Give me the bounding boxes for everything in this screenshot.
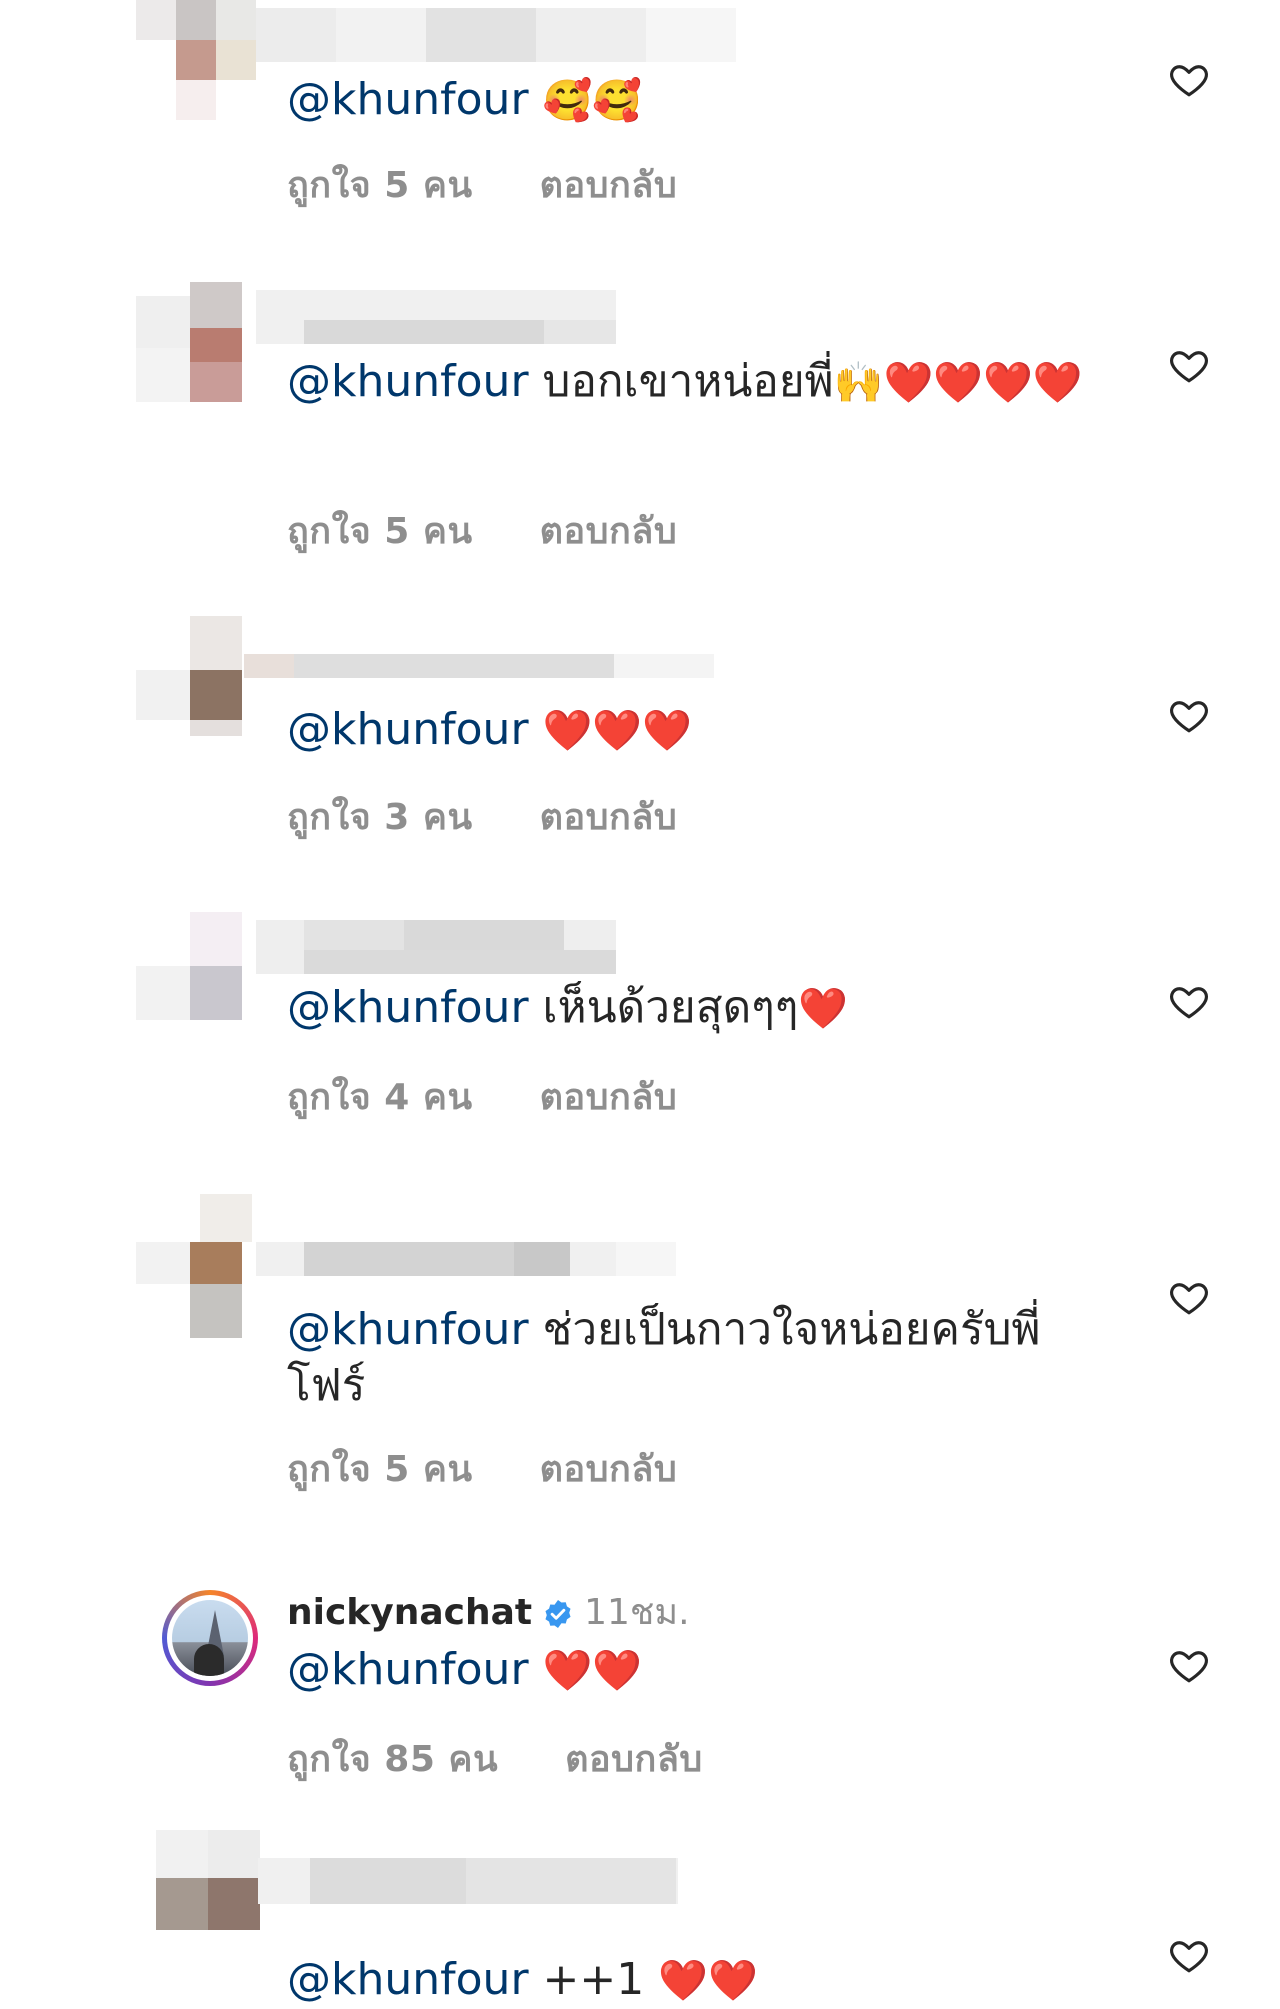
comment-emoji: ❤️❤️❤️ [542, 708, 692, 754]
comment-message: เห็นด้วยสุดๆๆ [542, 982, 799, 1033]
reply-button[interactable]: ตอบกลับ [540, 1449, 678, 1490]
like-count[interactable]: ถูกใจ 3 คน [287, 797, 473, 838]
like-button[interactable] [1168, 58, 1210, 100]
username-link[interactable]: nickynachat [287, 1592, 532, 1633]
comment-emoji: 🥰🥰 [542, 78, 643, 124]
reply-button[interactable]: ตอบกลับ [540, 511, 678, 552]
heart-outline-icon [1170, 1941, 1208, 1973]
mention-link[interactable]: @khunfour [287, 74, 529, 125]
verified-badge-icon [545, 1600, 571, 1628]
comment-meta: ถูกใจ 5 คน ตอบกลับ [287, 164, 677, 208]
mention-link[interactable]: @khunfour [287, 356, 529, 407]
avatar-photo [172, 1600, 248, 1676]
comment-timestamp: 11ชม. [584, 1592, 690, 1633]
reply-button[interactable]: ตอบกลับ [540, 165, 678, 206]
like-button[interactable] [1168, 980, 1210, 1022]
comment-text: @khunfour บอกเขาหน่อยพี่🙌❤️❤️❤️❤️ [287, 354, 1107, 411]
comment-emoji: ❤️ [798, 986, 849, 1032]
comment-text: @khunfour 🥰🥰 [287, 72, 1107, 129]
avatar[interactable] [162, 1590, 258, 1686]
comment-username-row: nickynachat 11ชม. [287, 1590, 690, 1636]
comment-message: บอกเขาหน่อยพี่ [542, 356, 834, 407]
reply-button[interactable]: ตอบกลับ [565, 1739, 703, 1780]
comment-emoji: ❤️❤️ [658, 1958, 758, 2004]
blurred-avatar [136, 912, 256, 1032]
blurred-avatar [136, 1194, 256, 1338]
comment-meta: ถูกใจ 5 คน ตอบกลับ [287, 510, 677, 554]
like-button[interactable] [1168, 1934, 1210, 1976]
comment-meta: ถูกใจ 85 คน ตอบกลับ [287, 1738, 703, 1782]
comment-text: @khunfour เห็นด้วยสุดๆๆ❤️ [287, 980, 1107, 1037]
like-count[interactable]: ถูกใจ 5 คน [287, 511, 473, 552]
comment-text: @khunfour ++1 ❤️❤️ [287, 1952, 1107, 2009]
comment-meta: ถูกใจ 5 คน ตอบกลับ [287, 1448, 677, 1492]
comment-emoji: 🙌❤️❤️❤️❤️ [833, 360, 1083, 406]
comment-meta: ถูกใจ 4 คน ตอบกลับ [287, 1076, 677, 1120]
heart-outline-icon [1170, 1651, 1208, 1683]
blurred-avatar [136, 282, 256, 402]
comment-meta: ถูกใจ 3 คน ตอบกลับ [287, 796, 677, 840]
like-button[interactable] [1168, 1276, 1210, 1318]
like-count[interactable]: ถูกใจ 85 คน [287, 1739, 498, 1780]
comment-text: @khunfour ช่วยเป็นกาวใจหน่อยครับพี่โฟร์ [287, 1302, 1077, 1414]
heart-outline-icon [1170, 701, 1208, 733]
mention-link[interactable]: @khunfour [287, 1304, 529, 1355]
comment-emoji: ❤️❤️ [542, 1648, 643, 1694]
like-button[interactable] [1168, 694, 1210, 736]
like-count[interactable]: ถูกใจ 5 คน [287, 165, 473, 206]
person-silhouette [194, 1644, 224, 1676]
like-button[interactable] [1168, 344, 1210, 386]
like-count[interactable]: ถูกใจ 4 คน [287, 1077, 473, 1118]
reply-button[interactable]: ตอบกลับ [540, 1077, 678, 1118]
heart-outline-icon [1170, 987, 1208, 1019]
mention-link[interactable]: @khunfour [287, 1644, 529, 1695]
mention-link[interactable]: @khunfour [287, 1954, 529, 2005]
like-count[interactable]: ถูกใจ 5 คน [287, 1449, 473, 1490]
blurred-avatar [136, 616, 256, 736]
blurred-avatar [136, 0, 256, 120]
heart-outline-icon [1170, 65, 1208, 97]
reply-button[interactable]: ตอบกลับ [540, 797, 678, 838]
heart-outline-icon [1170, 351, 1208, 383]
comment-text: @khunfour ❤️❤️ [287, 1642, 1107, 1699]
comment-text: @khunfour ❤️❤️❤️ [287, 702, 1107, 759]
mention-link[interactable]: @khunfour [287, 704, 529, 755]
comment-message: ++1 [542, 1954, 645, 2005]
like-button[interactable] [1168, 1644, 1210, 1686]
heart-outline-icon [1170, 1283, 1208, 1315]
mention-link[interactable]: @khunfour [287, 982, 529, 1033]
